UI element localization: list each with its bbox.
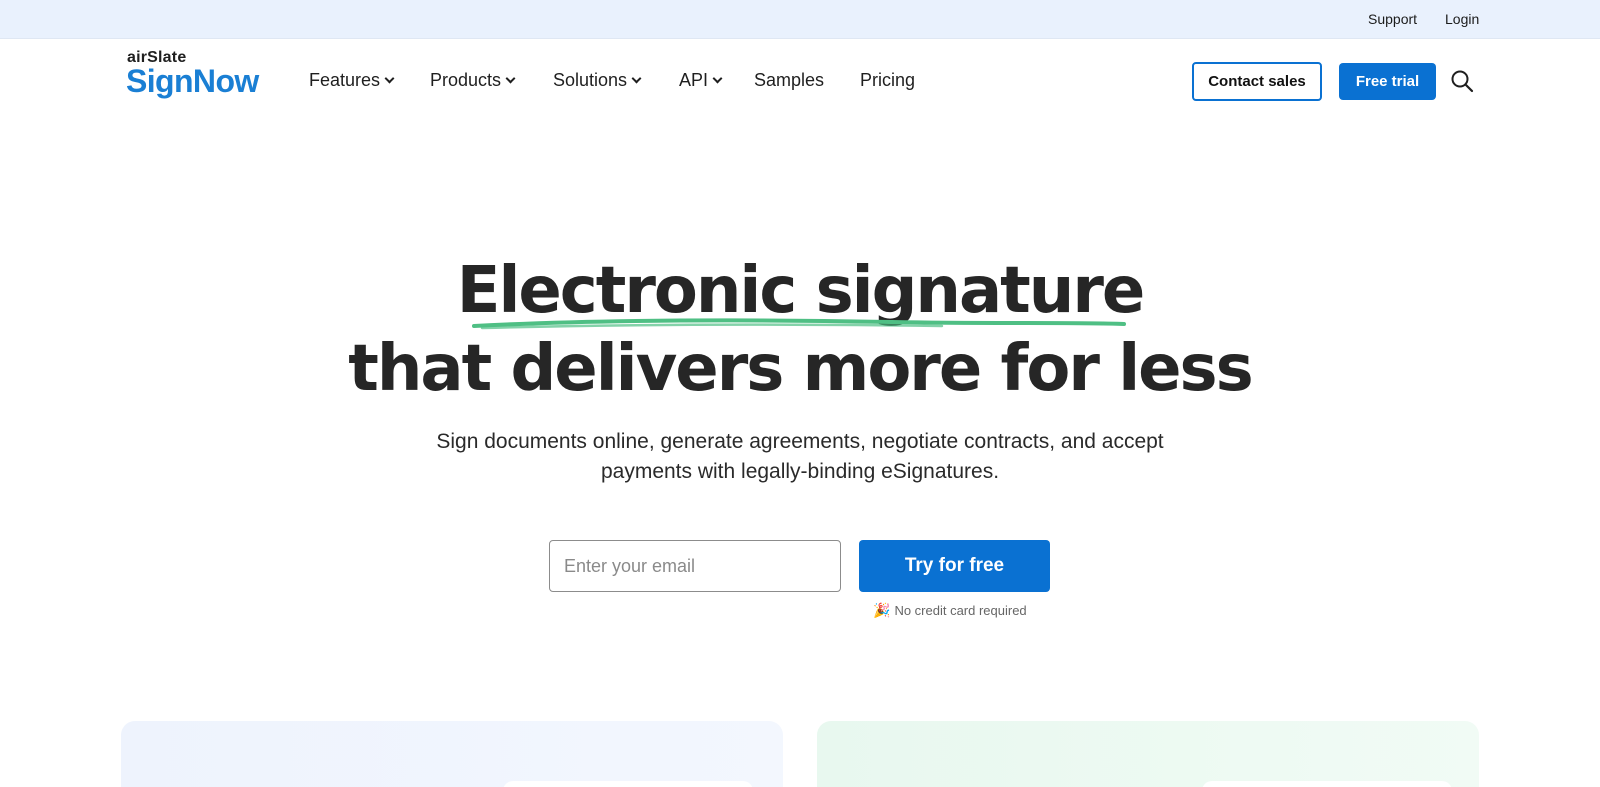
chevron-down-icon [384, 73, 395, 84]
note-text: No credit card required [894, 603, 1027, 618]
card-preview [1202, 781, 1452, 787]
nav-item-label: Pricing [860, 70, 916, 90]
nav-item-features[interactable]: Features [309, 70, 395, 91]
hero-title-line-2: that delivers more for less [348, 332, 1253, 406]
nav-item-pricing[interactable]: Pricing [860, 70, 915, 91]
free-trial-button[interactable]: Free trial [1339, 63, 1436, 100]
chevron-down-icon [712, 73, 723, 84]
logo-signnow-text: SignNow [126, 63, 259, 99]
nav-item-solutions[interactable]: Solutions [553, 70, 642, 91]
hero-subtitle-line-2: payments with legally-binding eSignature… [600, 460, 1000, 483]
top-utility-bar: Support Login [0, 0, 1600, 39]
nav-item-label: Solutions [553, 70, 628, 90]
signnow-logo[interactable]: airSlate SignNow [126, 49, 267, 99]
login-link[interactable]: Login [1445, 11, 1479, 27]
main-navigation: airSlate SignNow Features Products Solut… [0, 39, 1600, 125]
no-credit-card-note: 🎉 No credit card required [873, 602, 1027, 619]
nav-item-label: API [679, 70, 709, 90]
contact-sales-button[interactable]: Contact sales [1192, 62, 1322, 101]
nav-item-api[interactable]: API [679, 70, 723, 91]
try-for-free-button[interactable]: Try for free [859, 540, 1050, 592]
nav-item-label: Products [430, 70, 502, 90]
feature-card-left [121, 721, 783, 787]
nav-item-samples[interactable]: Samples [754, 70, 824, 91]
chevron-down-icon [505, 73, 516, 84]
search-icon[interactable] [1450, 69, 1474, 93]
hero-subtitle-line-1: Sign documents online, generate agreemen… [436, 430, 1164, 453]
feature-card-right [817, 721, 1479, 787]
nav-item-label: Samples [754, 70, 825, 90]
card-preview [503, 781, 753, 787]
email-field[interactable] [549, 540, 841, 592]
support-link[interactable]: Support [1368, 11, 1417, 27]
nav-item-label: Features [309, 70, 381, 90]
chevron-down-icon [631, 73, 642, 84]
nav-item-products[interactable]: Products [430, 70, 516, 91]
party-popper-icon: 🎉 [873, 602, 891, 618]
